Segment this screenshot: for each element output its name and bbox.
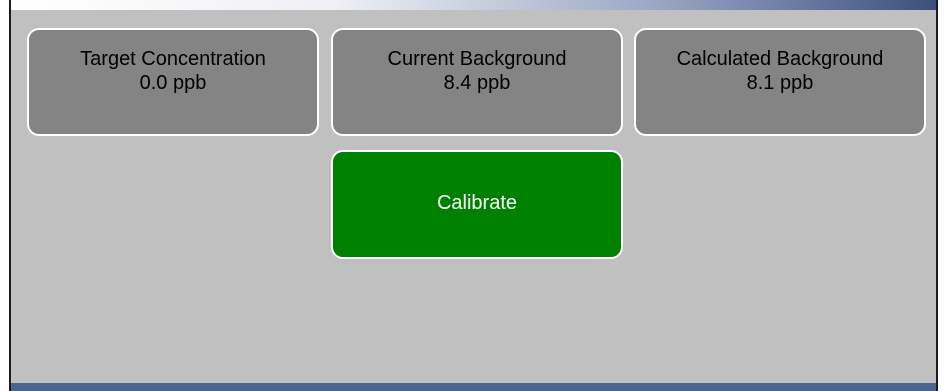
app-window: Target Concentration 0.0 ppb Current Bac…	[0, 0, 947, 391]
title-gradient-bar	[11, 0, 936, 10]
calculated-background-value: 8.1 ppb	[746, 72, 814, 94]
calculated-background-label: Calculated Background	[676, 48, 884, 70]
current-background-label: Current Background	[387, 48, 567, 70]
right-border	[936, 0, 938, 391]
calibrate-button-label: Calibrate	[436, 191, 518, 214]
target-concentration-tile[interactable]: Target Concentration 0.0 ppb	[27, 28, 319, 136]
bottom-status-bar	[11, 383, 936, 391]
target-concentration-label: Target Concentration	[80, 48, 266, 70]
current-background-value: 8.4 ppb	[443, 72, 511, 94]
calculated-background-tile[interactable]: Calculated Background 8.1 ppb	[634, 28, 926, 136]
calibrate-button[interactable]: Calibrate	[331, 150, 623, 259]
current-background-tile[interactable]: Current Background 8.4 ppb	[331, 28, 623, 136]
target-concentration-value: 0.0 ppb	[139, 72, 207, 94]
